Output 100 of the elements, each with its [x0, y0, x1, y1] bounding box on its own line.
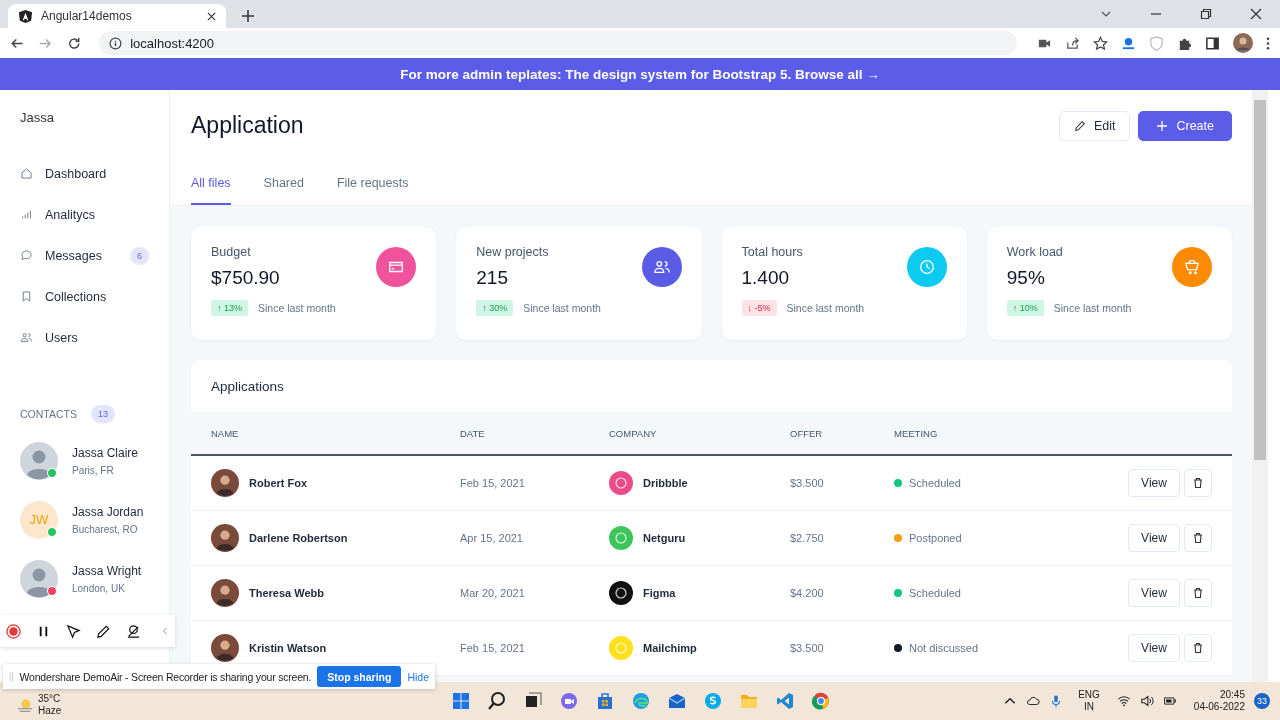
reload-icon[interactable] — [66, 35, 82, 51]
star-icon[interactable] — [1093, 35, 1108, 51]
grip-icon[interactable] — [9, 670, 14, 683]
nav-item[interactable]: Messages 6 — [20, 246, 149, 265]
notification-badge[interactable]: 33 — [1254, 693, 1270, 709]
nav-item[interactable]: Collections — [20, 287, 149, 306]
delete-button[interactable] — [1184, 634, 1212, 662]
cloud-icon[interactable] — [1026, 694, 1041, 708]
table-title: Applications — [210, 377, 285, 396]
company-name: Dribbble — [643, 477, 688, 489]
browser-tab[interactable]: Angular14demos — [8, 4, 226, 28]
contact-location: London, UK — [72, 582, 126, 594]
eraser-icon[interactable] — [126, 623, 141, 639]
address-bar[interactable]: localhost:4200 — [99, 31, 1017, 55]
view-button[interactable]: View — [1128, 579, 1180, 607]
promo-banner[interactable]: For more admin teplates: The design system for Bootstrap 5. Browse all → — [0, 58, 1280, 90]
language-indicator[interactable]: ENG IN — [1078, 689, 1100, 713]
new-tab-icon[interactable] — [242, 10, 254, 22]
weather-label: Haze — [38, 705, 62, 717]
page-title: Application — [191, 112, 304, 139]
trash-icon — [1192, 532, 1204, 544]
code-editor-icon[interactable] — [775, 691, 795, 711]
stop-sharing-button[interactable]: Stop sharing — [317, 666, 402, 687]
delete-button[interactable] — [1184, 469, 1212, 497]
shield-logo-icon — [18, 8, 33, 24]
nav-item[interactable]: Dashboard — [20, 164, 149, 183]
close-icon[interactable] — [207, 11, 216, 21]
profile-avatar[interactable] — [1233, 33, 1253, 53]
pencil-icon[interactable] — [96, 623, 111, 639]
avatar — [20, 559, 58, 598]
plus-icon — [1156, 119, 1169, 132]
speaker-icon[interactable] — [1139, 694, 1154, 708]
restore-icon[interactable] — [1200, 8, 1212, 20]
contact-name[interactable]: Jassa Wright — [72, 563, 142, 578]
search-icon[interactable] — [487, 691, 507, 711]
section-title: CONTACTS — [20, 408, 77, 420]
count-badge: 6 — [130, 246, 149, 265]
extension-icon[interactable] — [1121, 35, 1136, 51]
tab[interactable]: File requests — [336, 163, 409, 205]
clock[interactable]: 20:45 04-06-2022 — [1193, 689, 1245, 713]
view-button[interactable]: View — [1128, 524, 1180, 552]
video-chat-icon[interactable] — [559, 691, 579, 711]
company-name: Figma — [643, 587, 676, 599]
stat-value: 215 — [476, 267, 509, 289]
scrollbar[interactable] — [1252, 90, 1268, 682]
column-header: MEETING — [894, 427, 939, 439]
meeting-status: Postponed — [909, 532, 962, 544]
delete-button[interactable] — [1184, 579, 1212, 607]
view-button[interactable]: View — [1128, 469, 1180, 497]
wifi-icon[interactable] — [1116, 694, 1131, 708]
tab-title: Angular14demos — [41, 9, 133, 23]
person-name: Theresa Webb — [249, 587, 324, 599]
person-name: Kristin Watson — [249, 642, 327, 654]
trash-icon — [1192, 642, 1204, 654]
date-cell-text: Feb 15, 2021 — [460, 642, 526, 654]
mail-icon[interactable] — [667, 691, 687, 711]
nav-item[interactable]: Analitycs — [20, 205, 149, 224]
contact-name[interactable]: Jassa Jordan — [72, 504, 144, 519]
share-icon[interactable] — [1065, 35, 1080, 51]
avatar — [211, 469, 239, 497]
stat-note: Since last month — [258, 302, 336, 314]
view-button[interactable]: View — [1128, 634, 1180, 662]
pencil-icon — [1073, 119, 1086, 132]
offer-cell-text: $4.200 — [790, 587, 825, 599]
hide-link[interactable]: Hide — [407, 670, 429, 683]
date-cell-text: Feb 15, 2021 — [460, 477, 526, 489]
stat-label: Work load — [1006, 245, 1063, 259]
store-icon[interactable] — [595, 691, 615, 711]
windows-icon[interactable] — [451, 691, 471, 711]
messenger-icon[interactable] — [703, 691, 723, 711]
close-icon[interactable] — [1250, 8, 1262, 20]
contact-name[interactable]: Jassa Claire — [72, 445, 139, 460]
trash-icon — [1192, 477, 1204, 489]
change-badge: ↓ -5% — [741, 300, 777, 316]
contact-location: Bucharest, RO — [72, 523, 139, 535]
create-button[interactable]: Create — [1138, 110, 1232, 141]
side-panel-icon[interactable] — [1205, 35, 1220, 51]
stat-label: Budget — [211, 245, 252, 259]
offer-cell-text: $3.500 — [790, 477, 825, 489]
stat-value: 1.400 — [741, 267, 791, 289]
offer-cell-text: $2.750 — [790, 532, 825, 544]
date-cell-text: Mar 20, 2021 — [460, 587, 526, 599]
delete-button[interactable] — [1184, 524, 1212, 552]
stat-value: 95% — [1006, 267, 1046, 289]
pointer-icon[interactable] — [66, 623, 81, 639]
stat-label: New projects — [476, 245, 549, 259]
bar-chart-icon — [20, 208, 33, 221]
battery-icon[interactable] — [1162, 694, 1177, 708]
browser-icon[interactable] — [811, 691, 831, 711]
tab[interactable]: Shared — [263, 163, 304, 205]
brand-name: Jassa — [20, 110, 55, 126]
edit-button[interactable]: Edit — [1058, 110, 1131, 141]
change-badge: ↑ 30% — [476, 300, 514, 316]
record-icon[interactable] — [6, 623, 21, 639]
stat-value: $750.90 — [211, 267, 280, 289]
more-icon[interactable] — [1266, 35, 1270, 51]
stat-label: Total hours — [741, 245, 803, 259]
nav-item[interactable]: Users — [20, 328, 149, 347]
column-header: OFFER — [790, 427, 824, 439]
person-name: Robert Fox — [249, 477, 308, 489]
